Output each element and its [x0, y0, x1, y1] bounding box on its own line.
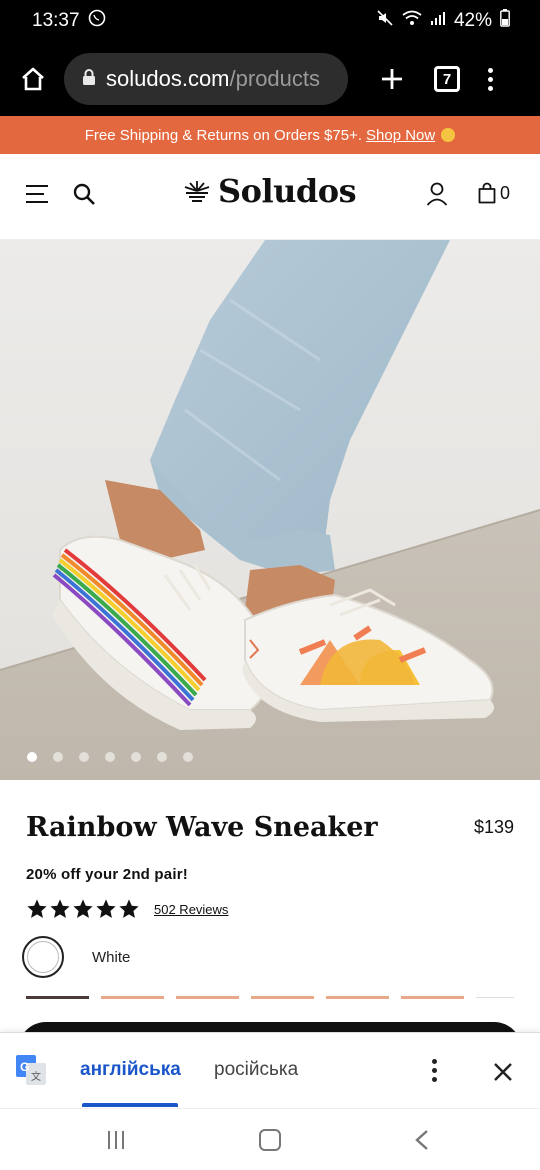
url-host: soludos.com — [106, 66, 230, 91]
cart-button[interactable]: 0 — [478, 182, 510, 204]
option-tab[interactable] — [101, 996, 164, 999]
site-header: Soludos 0 — [0, 154, 540, 240]
browser-toolbar: soludos.com/products 7 — [0, 42, 540, 116]
battery-icon — [500, 9, 510, 33]
gallery-dot[interactable] — [53, 752, 63, 762]
recent-apps-button[interactable] — [108, 1131, 124, 1149]
logo-text: Soludos — [218, 172, 357, 210]
menu-icon[interactable] — [26, 185, 48, 203]
gallery-dot[interactable] — [183, 752, 193, 762]
back-button[interactable] — [414, 1129, 430, 1156]
product-title: Rainbow Wave Sneaker — [26, 812, 378, 843]
home-button[interactable] — [16, 62, 50, 96]
star-icon — [119, 899, 139, 918]
star-icon — [96, 899, 116, 918]
option-tab[interactable] — [176, 996, 239, 999]
gallery-dots[interactable] — [27, 752, 193, 762]
color-label: White — [92, 948, 131, 966]
option-tabs — [26, 996, 514, 999]
mute-icon — [376, 9, 394, 33]
reviews-link[interactable]: 502 Reviews — [154, 902, 228, 917]
option-tab[interactable] — [251, 996, 314, 999]
account-icon[interactable] — [426, 182, 448, 211]
star-icon — [73, 899, 93, 918]
gallery-dot[interactable] — [27, 752, 37, 762]
new-tab-button[interactable] — [370, 57, 414, 101]
product-photo — [0, 240, 540, 780]
home-icon — [22, 67, 44, 91]
source-language-tab[interactable]: англійська — [80, 1059, 181, 1081]
wifi-icon — [402, 10, 422, 32]
system-nav-bar — [0, 1108, 540, 1170]
google-translate-icon: G文 — [16, 1055, 46, 1085]
status-time: 13:37 — [32, 10, 80, 31]
pair-promo: 20% off your 2nd pair! — [26, 866, 188, 883]
home-nav-button[interactable] — [259, 1129, 281, 1151]
promo-text: Free Shipping & Returns on Orders $75+. — [84, 126, 363, 144]
sun-icon — [441, 128, 456, 142]
active-tab-indicator — [82, 1103, 178, 1107]
star-rating — [26, 898, 140, 920]
plus-icon — [382, 69, 402, 89]
translate-bar: G文 англійська російська — [0, 1032, 540, 1108]
option-tab[interactable] — [401, 996, 464, 999]
gallery-dot[interactable] — [105, 752, 115, 762]
url-path: /products — [229, 66, 321, 91]
status-bar: 13:37 42% — [0, 0, 540, 42]
cart-count: 0 — [500, 182, 511, 203]
svg-text:G: G — [20, 1060, 29, 1074]
color-selector: White — [22, 936, 130, 978]
target-language-tab[interactable]: російська — [214, 1059, 298, 1081]
viber-icon — [88, 9, 106, 33]
gallery-dot[interactable] — [157, 752, 167, 762]
star-icon — [27, 899, 47, 918]
product-image[interactable] — [0, 240, 540, 780]
sun-logo-icon — [184, 181, 210, 202]
search-icon[interactable] — [72, 182, 96, 211]
option-tab[interactable] — [326, 996, 389, 999]
product-price: $139 — [473, 817, 514, 837]
close-icon[interactable] — [492, 1061, 514, 1088]
site-logo[interactable]: Soludos — [182, 172, 357, 210]
gallery-dot[interactable] — [79, 752, 89, 762]
gallery-dot[interactable] — [131, 752, 141, 762]
battery-text: 42% — [453, 10, 492, 31]
tab-switcher-button[interactable]: 7 — [434, 66, 460, 92]
star-icon — [50, 899, 70, 918]
back-icon — [415, 1130, 428, 1150]
promo-banner: Free Shipping & Returns on Orders $75+. … — [0, 116, 540, 154]
svg-text:文: 文 — [31, 1070, 41, 1083]
option-tab[interactable] — [26, 996, 89, 999]
translate-more-button[interactable] — [432, 1059, 437, 1082]
color-swatch-white[interactable] — [22, 936, 64, 978]
signal-icon — [430, 10, 446, 32]
shop-now-link[interactable]: Shop Now — [366, 127, 435, 144]
shopping-bag-icon — [478, 182, 496, 204]
browser-menu-button[interactable] — [488, 67, 493, 91]
lock-icon — [82, 66, 96, 92]
address-bar[interactable]: soludos.com/products — [64, 53, 348, 105]
rating: 502 Reviews — [26, 898, 228, 920]
